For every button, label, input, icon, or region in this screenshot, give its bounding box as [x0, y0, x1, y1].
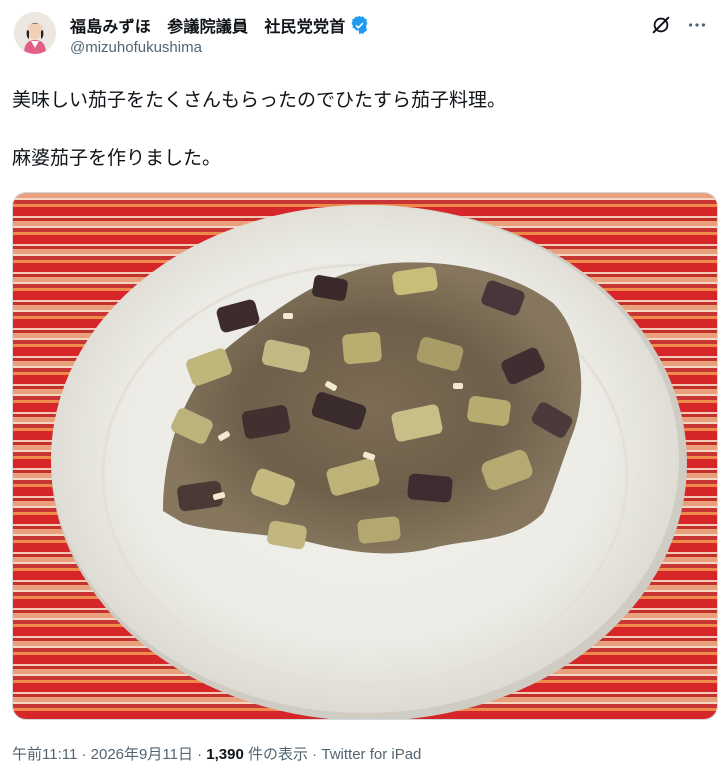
- tweet-source[interactable]: Twitter for iPad: [321, 746, 421, 763]
- author-handle[interactable]: @mizuhofukushima: [70, 39, 369, 56]
- tweet-photo[interactable]: [12, 192, 718, 720]
- views-count: 1,390: [206, 746, 244, 763]
- author-names: 福島みずほ 参議院議員 社民党党首 @mizuhofukushima: [70, 14, 369, 56]
- views-label: 件の表示: [243, 746, 309, 763]
- verified-badge-icon[interactable]: [350, 15, 369, 35]
- meta-separator: ·: [192, 746, 207, 763]
- tweet-meta: 午前11:11 · 2026年9月11日 · 1,390 件の表示 · Twit…: [12, 743, 421, 764]
- tweet-header: 福島みずほ 参議院議員 社民党党首 @mizuhofukushima: [14, 12, 708, 64]
- tweet-text-line: 麻婆茄子を作りました。: [12, 147, 222, 169]
- display-name-row[interactable]: 福島みずほ 参議院議員 社民党党首: [70, 14, 369, 36]
- tweet-text: 美味しい茄子をたくさんもらったのでひたすら茄子料理。 麻婆茄子を作りました。: [12, 86, 702, 173]
- tweet-text-line: 美味しい茄子をたくさんもらったのでひたすら茄子料理。: [12, 89, 507, 111]
- tweet-date[interactable]: 2026年9月11日: [91, 746, 193, 763]
- header-actions: [650, 14, 708, 36]
- avatar[interactable]: [14, 12, 56, 54]
- tweet-time[interactable]: 午前11:11: [12, 746, 77, 763]
- more-icon[interactable]: [686, 14, 708, 36]
- meta-separator: ·: [77, 746, 91, 763]
- photo-mapo-eggplant: [13, 193, 717, 719]
- grok-icon[interactable]: [650, 14, 672, 36]
- avatar-image: [14, 12, 56, 54]
- display-name[interactable]: 福島みずほ 参議院議員 社民党党首: [70, 13, 345, 37]
- meta-separator: ·: [308, 746, 322, 763]
